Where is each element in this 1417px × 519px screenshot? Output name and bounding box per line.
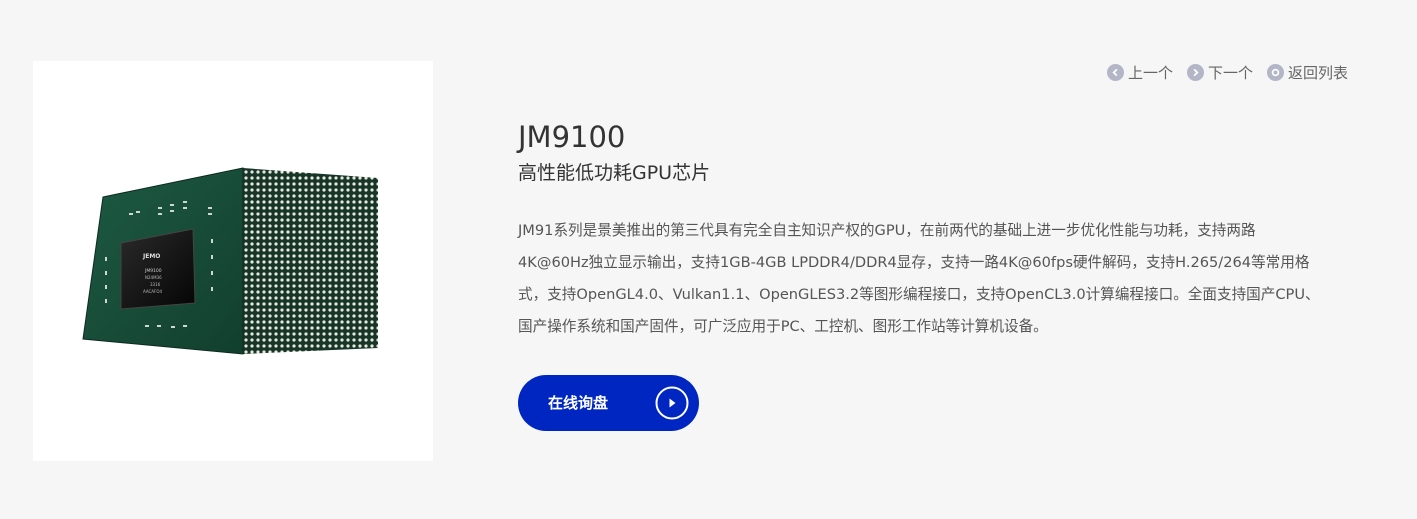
chip-marking-line3: N24M36 xyxy=(145,275,162,280)
description-line: 国产操作系统和国产固件，可广泛应用于PC、工控机、图形工作站等计算机设备。 xyxy=(518,318,1048,335)
circle-dot-icon xyxy=(1266,63,1284,81)
product-detail-page: JEMO JM9100 N24M36 3316 AACAFO4 上一个 下一个 … xyxy=(0,0,1417,519)
chip-marking-model: JM9100 xyxy=(144,268,162,274)
product-description: JM91系列是景美推出的第三代具有完全自主知识产权的GPU，在前两代的基础上进一… xyxy=(518,215,1368,343)
chip-marking-line4: 3316 xyxy=(150,282,161,287)
description-line: 4K@60Hz独立显示输出，支持1GB-4GB LPDDR4/DDR4显存，支持… xyxy=(518,254,1310,271)
chevron-left-icon xyxy=(1106,63,1124,81)
product-subtitle: 高性能低功耗GPU芯片 xyxy=(518,162,711,184)
chip-marking-brand: JEMO xyxy=(142,253,160,260)
pagination-nav: 上一个 下一个 返回列表 xyxy=(1106,61,1348,83)
prev-label: 上一个 xyxy=(1127,63,1173,82)
back-to-list-label: 返回列表 xyxy=(1287,63,1348,82)
prev-link[interactable]: 上一个 xyxy=(1106,62,1173,83)
description-line: JM91系列是景美推出的第三代具有完全自主知识产权的GPU，在前两代的基础上进一… xyxy=(518,222,1256,239)
gpu-chip-image: JEMO JM9100 N24M36 3316 AACAFO4 xyxy=(82,167,378,355)
product-title: JM9100 xyxy=(518,120,626,154)
product-image-card: JEMO JM9100 N24M36 3316 AACAFO4 xyxy=(33,61,433,461)
chevron-right-icon xyxy=(1186,63,1204,81)
online-inquiry-button[interactable]: 在线询盘 xyxy=(518,375,699,431)
description-line: 式，支持OpenGL4.0、Vulkan1.1、OpenGLES3.2等图形编程… xyxy=(518,286,1320,303)
chip-marking-line5: AACAFO4 xyxy=(143,289,162,294)
back-to-list-link[interactable]: 返回列表 xyxy=(1266,62,1348,83)
play-circle-icon xyxy=(655,386,689,420)
next-link[interactable]: 下一个 xyxy=(1186,62,1253,83)
next-label: 下一个 xyxy=(1207,63,1253,82)
online-inquiry-label: 在线询盘 xyxy=(548,394,609,412)
